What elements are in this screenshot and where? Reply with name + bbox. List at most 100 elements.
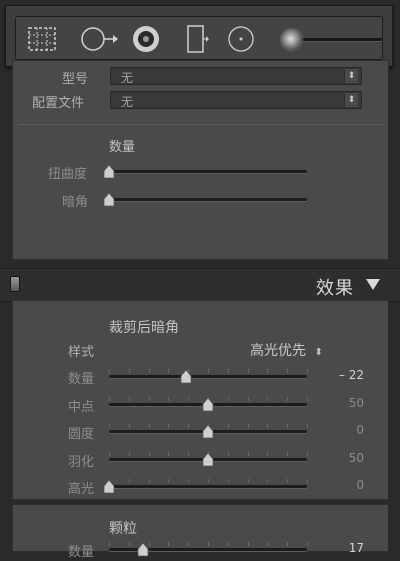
slider-tick [227, 424, 229, 428]
chevron-updown-icon: ⬍ [344, 93, 358, 107]
slider-tick [247, 396, 249, 401]
lens-amount-group [18, 124, 384, 254]
slider-tick [307, 451, 308, 456]
effects-header[interactable]: 效果 [0, 268, 400, 302]
slider-value[interactable]: 50 [324, 396, 364, 410]
slider-tick [208, 479, 209, 483]
slider-tick [208, 369, 209, 373]
slider-thumb[interactable] [103, 479, 115, 494]
collapse-triangle-icon[interactable] [366, 279, 380, 290]
profile-label: 配置文件 [32, 96, 85, 111]
slider-tick [128, 396, 130, 401]
slider-tick [307, 369, 308, 373]
slider-tick [109, 451, 110, 456]
slider-thumb[interactable] [202, 396, 214, 411]
slider-value[interactable]: 0 [324, 478, 364, 492]
radial-filter-icon[interactable] [223, 23, 259, 55]
grain-title: 颗粒 [109, 521, 137, 537]
slider-tick [128, 542, 130, 546]
slider-track[interactable] [109, 485, 307, 488]
slider-tick [247, 479, 249, 483]
slider-tick [148, 479, 150, 483]
slider-tick [267, 369, 269, 373]
style-value: 高光优先 [250, 343, 306, 359]
slider-tick [307, 479, 308, 483]
slider-tick [267, 424, 269, 428]
slider-tick [188, 396, 190, 401]
slider-tick [128, 451, 130, 456]
slider-tick [128, 369, 130, 373]
slider-tick [109, 396, 110, 401]
slider-thumb[interactable] [202, 451, 214, 466]
slider-tick [247, 451, 249, 456]
slider-tick [227, 369, 229, 373]
slider-tick [188, 451, 190, 456]
vignetting-slider-track[interactable] [109, 198, 307, 201]
slider-thumb[interactable] [137, 542, 149, 557]
slider-label: 羽化 [68, 454, 95, 470]
slider-tick [267, 451, 269, 456]
slider-label: 中点 [68, 399, 95, 415]
slider-tick [109, 542, 110, 546]
profile-dropdown[interactable]: 无 ⬍ [110, 91, 362, 109]
slider-tick [307, 396, 308, 401]
slider-tick [287, 424, 289, 428]
slider-tick [188, 424, 190, 428]
slider-thumb[interactable] [202, 424, 214, 439]
slider-tick [287, 369, 289, 373]
effects-title: 效果 [316, 278, 354, 299]
slider-label: 高光 [68, 482, 95, 497]
distortion-slider-track[interactable] [109, 170, 307, 173]
tool-size-slider-track[interactable] [292, 38, 382, 41]
tool-strip [5, 5, 393, 67]
slider-tick [227, 542, 229, 546]
spot-removal-icon[interactable] [78, 23, 118, 55]
slider-tick [227, 451, 229, 456]
profile-value: 无 [121, 95, 134, 109]
model-dropdown[interactable]: 无 ⬍ [110, 67, 362, 85]
slider-tick [307, 542, 308, 546]
red-eye-icon[interactable] [128, 23, 164, 55]
slider-value[interactable]: 0 [324, 423, 364, 437]
slider-value[interactable]: – 22 [324, 368, 364, 382]
slider-tick [109, 369, 110, 373]
slider-tick [188, 542, 190, 546]
slider-value[interactable]: 50 [324, 451, 364, 465]
vignetting-slider-thumb[interactable] [103, 192, 115, 207]
effects-toggle-switch[interactable] [10, 276, 20, 292]
vignetting-label: 暗角 [62, 195, 89, 210]
slider-tick [128, 424, 130, 428]
chevron-updown-icon: ⬍ [314, 347, 323, 358]
slider-ticks [109, 369, 308, 374]
slider-tick [267, 479, 269, 483]
slider-tick [227, 479, 229, 483]
slider-tick [148, 542, 150, 546]
model-value: 无 [121, 71, 134, 85]
slider-track[interactable] [109, 375, 307, 378]
slider-value[interactable]: 17 [324, 541, 364, 555]
slider-label: 圆度 [68, 427, 95, 442]
graduated-filter-icon[interactable] [178, 23, 214, 55]
slider-tick [287, 479, 289, 483]
slider-tick [227, 396, 229, 401]
slider-thumb[interactable] [180, 369, 192, 384]
slider-tick [267, 396, 269, 401]
slider-tick [188, 479, 190, 483]
adjustment-brush-icon[interactable] [280, 28, 304, 52]
model-label: 型号 [62, 72, 89, 87]
slider-tick [148, 451, 150, 456]
slider-tick [148, 424, 150, 428]
style-dropdown[interactable]: 高光优先 ⬍ [250, 340, 323, 360]
slider-tick [168, 424, 170, 428]
slider-tick [168, 396, 170, 401]
slider-tick [247, 369, 249, 373]
slider-tick [267, 542, 269, 546]
slider-tick [287, 396, 289, 401]
slider-tick [168, 451, 170, 456]
slider-tick [168, 479, 170, 483]
distortion-slider-thumb[interactable] [103, 164, 115, 179]
crop-overlay-icon[interactable] [24, 23, 60, 55]
slider-tick [128, 479, 130, 483]
slider-tick [168, 369, 170, 373]
slider-tick [287, 451, 289, 456]
